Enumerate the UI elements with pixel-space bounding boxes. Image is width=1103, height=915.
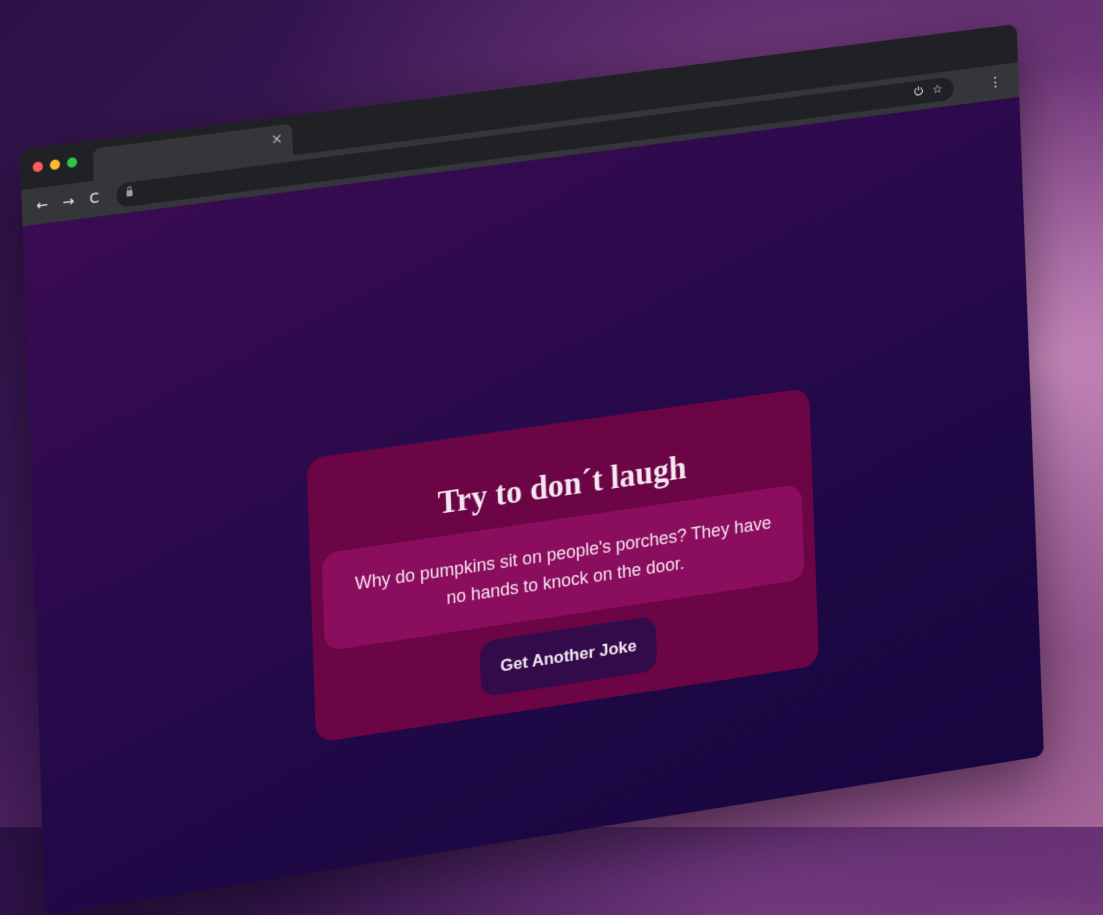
page-viewport: Try to don´t laugh Why do pumpkins sit o…: [22, 96, 1044, 915]
browser-window: × ← → C ⏻ ☆ ⋮ Try to don´t laugh Why do …: [20, 23, 1044, 915]
window-controls: [32, 156, 78, 173]
minimize-window-button[interactable]: [49, 159, 61, 171]
joke-container: Why do pumpkins sit on people's porches?…: [321, 483, 805, 652]
back-arrow-icon[interactable]: ←: [30, 196, 55, 215]
tab-close-icon[interactable]: ×: [271, 131, 283, 148]
nav-buttons: ← → C: [30, 189, 107, 215]
get-another-joke-button[interactable]: Get Another Joke: [479, 615, 657, 698]
bookmark-star-icon[interactable]: ☆: [932, 82, 943, 98]
maximize-window-button[interactable]: [66, 156, 78, 169]
share-icon[interactable]: ⏻: [914, 84, 923, 100]
address-bar-actions: ⏻ ☆: [914, 82, 943, 100]
joke-text: Why do pumpkins sit on people's porches?…: [354, 512, 772, 609]
joke-card: Try to don´t laugh Why do pumpkins sit o…: [306, 387, 820, 743]
lock-icon[interactable]: [126, 189, 133, 197]
close-window-button[interactable]: [32, 161, 44, 173]
reload-icon[interactable]: C: [82, 189, 107, 208]
browser-menu-icon[interactable]: ⋮: [989, 74, 1003, 91]
scene: × ← → C ⏻ ☆ ⋮ Try to don´t laugh Why do …: [0, 0, 1103, 915]
forward-arrow-icon[interactable]: →: [56, 193, 81, 212]
